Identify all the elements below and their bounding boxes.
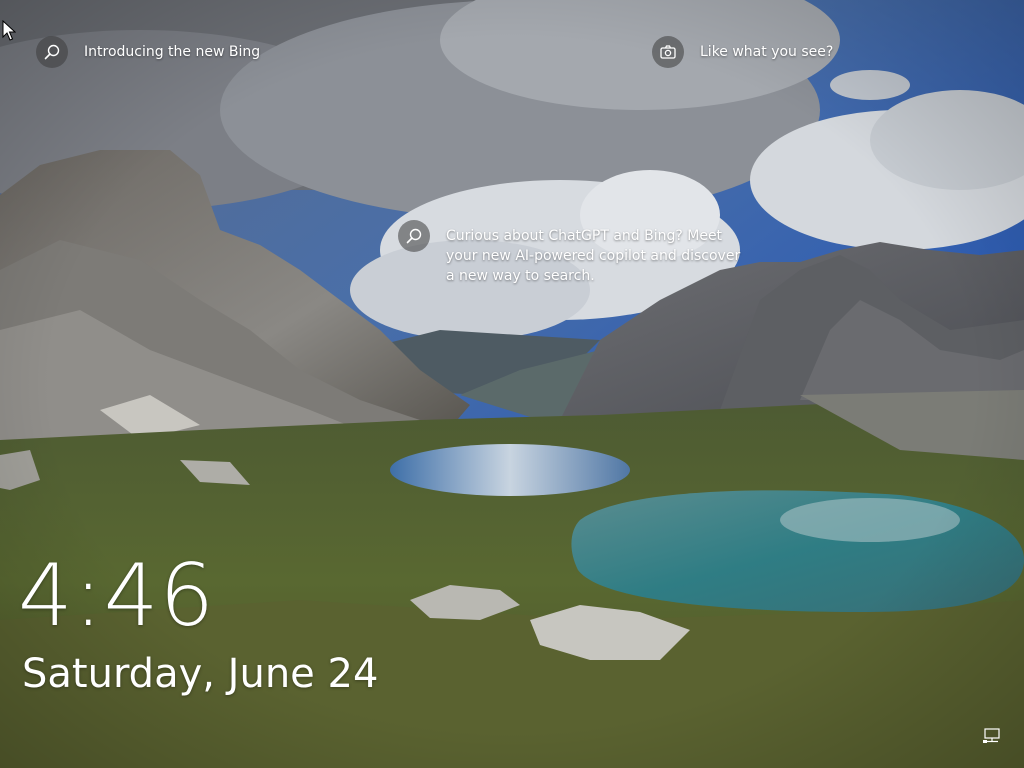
bing-hotspot[interactable]: Introducing the new Bing xyxy=(36,36,260,68)
like-what-you-see-label: Like what you see? xyxy=(700,44,834,60)
lock-screen-time: 4:46 xyxy=(18,546,216,646)
chatgpt-bing-hotspot[interactable]: Curious about ChatGPT and Bing? Meet you… xyxy=(398,220,746,286)
network-wired-icon[interactable] xyxy=(982,728,1002,744)
lock-screen[interactable]: Introducing the new Bing Like what you s… xyxy=(0,0,1024,768)
search-icon xyxy=(398,220,430,252)
camera-icon xyxy=(652,36,684,68)
bing-hotspot-label: Introducing the new Bing xyxy=(84,44,261,60)
mouse-cursor-icon xyxy=(2,20,16,41)
search-icon xyxy=(36,36,68,68)
like-what-you-see-hotspot[interactable]: Like what you see? xyxy=(652,36,833,68)
lock-screen-date: Saturday, June 24 xyxy=(22,651,379,697)
chatgpt-bing-label: Curious about ChatGPT and Bing? Meet you… xyxy=(446,228,741,284)
